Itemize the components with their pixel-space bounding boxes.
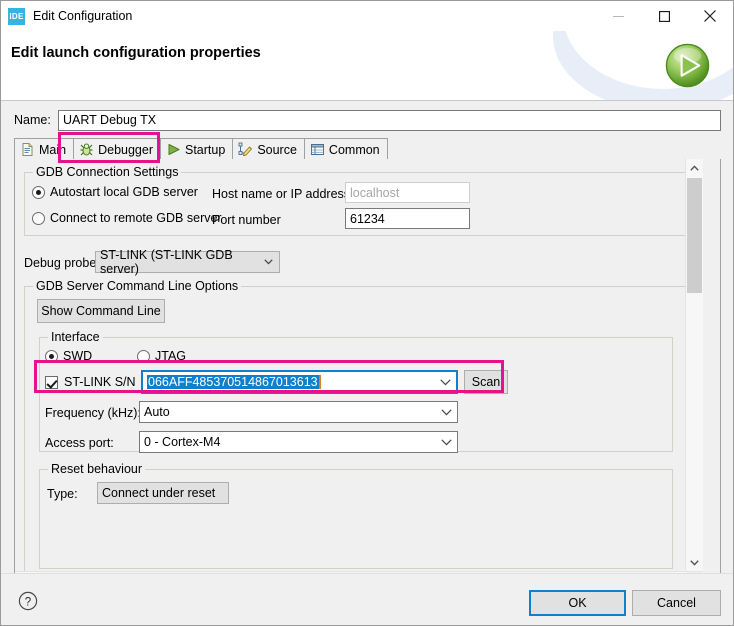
radio-swd[interactable]: SWD <box>45 349 92 363</box>
debug-probe-dropdown[interactable]: ST-LINK (ST-LINK GDB server) <box>95 248 280 276</box>
radio-autostart-label: Autostart local GDB server <box>50 185 198 199</box>
page-title: Edit launch configuration properties <box>11 45 261 61</box>
reset-type-label: Type: <box>47 487 78 501</box>
stlink-sn-combo[interactable]: 066AFF485370514867013613 <box>141 370 458 394</box>
edit-configuration-dialog: IDE Edit Configuration Edit launch confi… <box>0 0 734 626</box>
close-icon[interactable] <box>687 1 733 31</box>
vertical-scrollbar-thumb[interactable] <box>687 178 702 293</box>
debug-probe-value: ST-LINK (ST-LINK GDB server) <box>100 248 233 276</box>
scan-button[interactable]: Scan <box>464 370 508 394</box>
settings-content: GDB Connection Settings Autostart local … <box>15 159 703 589</box>
tab-debugger-label: Debugger <box>98 142 153 157</box>
radio-connect-remote-gdb-server[interactable]: Connect to remote GDB server <box>32 211 222 225</box>
radio-swd-label: SWD <box>63 349 93 363</box>
frequency-value: Auto <box>144 405 170 419</box>
radio-jtag-indicator <box>137 349 150 363</box>
name-input[interactable] <box>58 109 721 131</box>
reset-type-value: Connect under reset <box>102 486 216 500</box>
svg-text:?: ? <box>25 596 31 608</box>
maximize-icon[interactable] <box>641 1 687 31</box>
chevron-down-icon <box>263 259 275 265</box>
radio-autostart-local-gdb-server[interactable]: Autostart local GDB server <box>32 185 198 199</box>
show-command-line-label: Show Command Line <box>41 304 161 318</box>
green-play-icon <box>168 144 180 155</box>
chevron-down-icon <box>440 408 453 416</box>
dialog-body: Name: Main <box>1 101 733 625</box>
cancel-label: Cancel <box>657 596 696 610</box>
window-title: Edit Configuration <box>33 9 133 23</box>
name-row: Name: <box>14 109 721 131</box>
ide-icon: IDE <box>8 7 25 25</box>
stlink-sn-checkbox[interactable]: ST-LINK S/N <box>45 375 136 389</box>
frequency-label: Frequency (kHz): <box>45 406 141 420</box>
tab-common[interactable]: Common <box>303 138 388 160</box>
title-bar: IDE Edit Configuration <box>1 1 733 31</box>
stlink-sn-value: 066AFF485370514867013613 <box>147 375 321 389</box>
tab-source-label: Source <box>257 142 297 157</box>
reset-behaviour-title: Reset behaviour <box>48 462 146 476</box>
interface-title: Interface <box>48 330 103 344</box>
window-controls <box>595 1 733 31</box>
radio-remote-indicator <box>32 211 45 225</box>
port-number-label: Port number <box>212 213 281 227</box>
cancel-button[interactable]: Cancel <box>632 590 721 616</box>
port-number-input[interactable]: 61234 <box>345 208 470 229</box>
tab-main[interactable]: Main <box>14 138 75 160</box>
chevron-down-icon <box>439 378 452 386</box>
run-play-icon <box>665 43 710 88</box>
tab-startup-label: Startup <box>185 142 226 157</box>
reset-type-dropdown[interactable]: Connect under reset <box>97 482 229 504</box>
scroll-up-button[interactable] <box>686 159 703 177</box>
tab-source[interactable]: Source <box>232 138 305 160</box>
gdb-server-options-title: GDB Server Command Line Options <box>33 279 242 293</box>
source-tree-icon <box>238 142 253 157</box>
dialog-header: Edit launch configuration properties <box>1 31 733 101</box>
tab-startup[interactable]: Startup <box>160 138 234 160</box>
gdb-connection-settings-title: GDB Connection Settings <box>33 165 182 179</box>
radio-remote-label: Connect to remote GDB server <box>50 211 222 225</box>
stlink-sn-check-indicator <box>45 375 58 389</box>
tab-common-label: Common <box>328 142 380 157</box>
frequency-dropdown[interactable]: Auto <box>139 401 458 423</box>
scroll-down-button[interactable] <box>686 554 703 572</box>
vertical-scrollbar[interactable] <box>685 159 703 589</box>
table-icon <box>310 144 324 155</box>
name-label: Name: <box>14 113 51 127</box>
stlink-sn-label: ST-LINK S/N <box>64 375 136 389</box>
tab-debugger[interactable]: Debugger <box>73 138 161 160</box>
help-question-icon[interactable]: ? <box>18 591 38 611</box>
host-name-input[interactable]: localhost <box>345 182 470 203</box>
access-port-dropdown[interactable]: 0 - Cortex-M4 <box>139 431 458 453</box>
debug-probe-label: Debug probe <box>24 256 97 270</box>
host-name-value: localhost <box>350 185 400 200</box>
radio-autostart-indicator <box>32 185 45 199</box>
show-command-line-button[interactable]: Show Command Line <box>37 299 165 323</box>
document-icon <box>22 143 33 156</box>
access-port-value: 0 - Cortex-M4 <box>144 435 221 449</box>
port-number-value: 61234 <box>350 211 385 226</box>
minimize-icon[interactable] <box>595 1 641 31</box>
access-port-label: Access port: <box>45 436 114 450</box>
chevron-down-icon <box>440 438 453 446</box>
tab-main-label: Main <box>39 142 67 157</box>
settings-scroll-pane: GDB Connection Settings Autostart local … <box>14 159 721 608</box>
radio-jtag[interactable]: JTAG <box>137 349 186 363</box>
scan-label: Scan <box>471 375 501 389</box>
radio-jtag-label: JTAG <box>155 349 187 363</box>
host-name-label: Host name or IP address <box>212 187 351 201</box>
radio-swd-indicator <box>45 349 58 363</box>
dialog-footer: ? OK Cancel <box>1 573 733 625</box>
ok-button[interactable]: OK <box>529 590 626 616</box>
ok-label: OK <box>568 596 587 610</box>
bug-icon <box>80 143 93 156</box>
tab-strip: Main Debugger Startup Source Common <box>14 137 721 161</box>
